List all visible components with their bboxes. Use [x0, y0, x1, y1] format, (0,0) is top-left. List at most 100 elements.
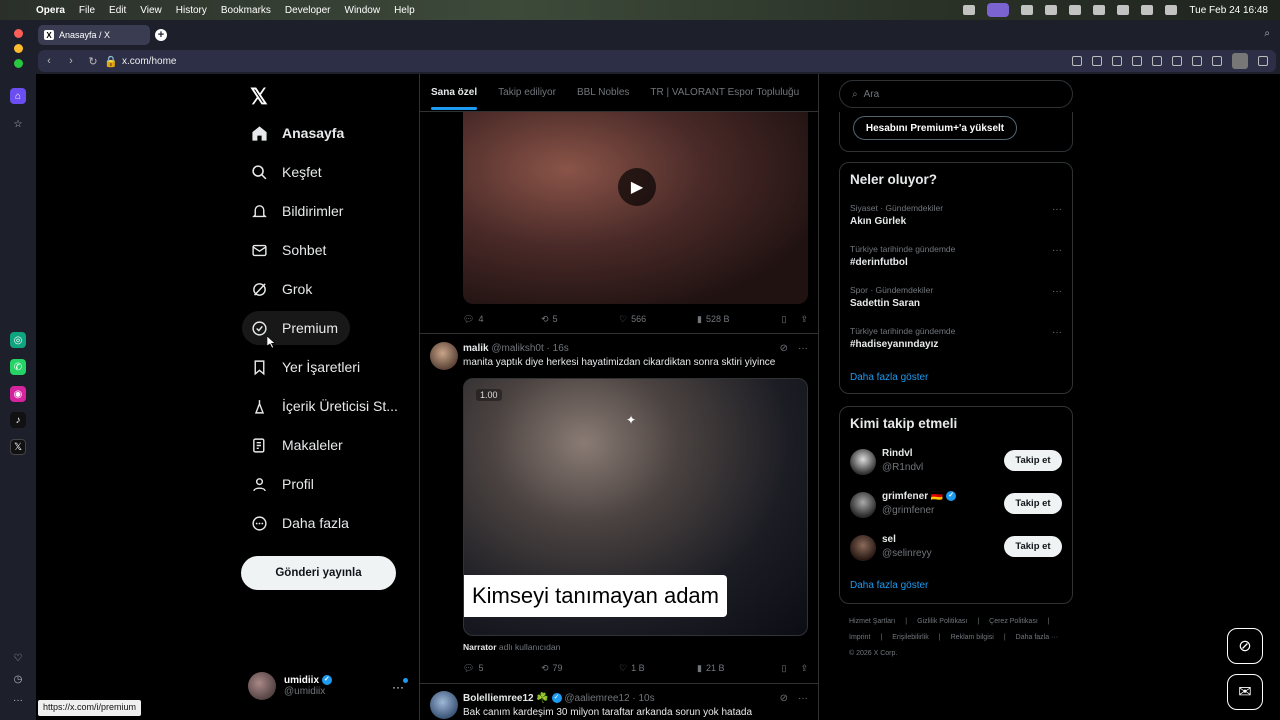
reply-button[interactable]: 💬︎ 4	[463, 314, 541, 325]
show-more-trends-link[interactable]: Daha fazla göster	[850, 372, 928, 383]
play-icon[interactable]	[1045, 5, 1058, 15]
clock[interactable]: Tue Feb 24 16:48	[1189, 5, 1268, 16]
new-tab-button[interactable]: +	[155, 29, 167, 41]
trend-name[interactable]: Akın Gürlek	[850, 216, 906, 227]
menu-help[interactable]: Help	[394, 5, 415, 16]
reload-icon[interactable]: ↻	[82, 55, 104, 68]
nav-creator-studio[interactable]: İçerik Üreticisi St...	[242, 389, 410, 423]
tweet-time[interactable]: 16s	[553, 343, 569, 354]
share-icon[interactable]: ⇪	[800, 314, 808, 325]
menu-edit[interactable]: Edit	[109, 5, 126, 16]
more-icon[interactable]: ···	[1052, 204, 1062, 215]
tweet-handle[interactable]: @aaliemree12	[564, 693, 629, 704]
box-icon[interactable]	[1258, 56, 1268, 66]
upgrade-premium-button[interactable]: Hesabını Premium+'a yükselt	[853, 116, 1017, 140]
trend-name[interactable]: #derinfutbol	[850, 257, 908, 268]
trend-name[interactable]: Sadettin Saran	[850, 298, 920, 309]
zoom-window-button[interactable]	[14, 59, 23, 68]
suggested-name[interactable]: Rindvl	[882, 448, 913, 459]
footer-link-more[interactable]: Daha fazla ···	[1016, 634, 1058, 641]
battery-icon[interactable]	[1093, 5, 1106, 15]
avatar[interactable]	[850, 535, 876, 561]
menu-developer[interactable]: Developer	[285, 5, 331, 16]
footer-link-imprint[interactable]: Imprint	[849, 634, 870, 641]
post-button[interactable]: Gönderi yayınla	[241, 556, 396, 590]
suggested-name[interactable]: grimfener 🇩🇪	[882, 491, 943, 502]
download-icon[interactable]	[1192, 56, 1202, 66]
tweet-video[interactable]: ▶	[463, 112, 808, 304]
nav-messages[interactable]: Sohbet	[242, 233, 338, 267]
footer-link-cookies[interactable]: Çerez Politikası	[989, 618, 1038, 625]
more-icon[interactable]: ···	[10, 692, 26, 708]
home-icon[interactable]: ⌂	[10, 88, 26, 104]
shield-icon[interactable]	[1112, 56, 1122, 66]
avatar[interactable]	[430, 342, 458, 370]
narrator-name[interactable]: Narrator	[463, 642, 497, 652]
account-switcher[interactable]: umidiix ✓ @umidiix	[248, 672, 332, 700]
more-icon[interactable]: ···	[1052, 286, 1062, 297]
footer-link-privacy[interactable]: Gizlilik Politikası	[917, 618, 967, 625]
nav-bookmarks[interactable]: Yer İşaretleri	[242, 350, 372, 384]
footer-link-terms[interactable]: Hizmet Şartları	[849, 618, 895, 625]
tab-x-home[interactable]: X Anasayfa / X	[38, 25, 150, 45]
trend-name[interactable]: #hadiseyanındayız	[850, 339, 938, 350]
star-icon[interactable]: ☆	[10, 116, 26, 132]
minimize-window-button[interactable]	[14, 44, 23, 53]
footer-link-accessibility[interactable]: Erişilebilirlik	[892, 634, 929, 641]
sparkle-icon[interactable]: ✦	[626, 413, 636, 427]
chatgpt-icon[interactable]: ◎	[10, 332, 26, 348]
wifi-icon[interactable]	[1117, 5, 1130, 15]
follow-button[interactable]: Takip et	[1004, 493, 1062, 514]
forward-icon[interactable]: ›	[60, 55, 82, 67]
close-window-button[interactable]	[14, 29, 23, 38]
nav-explore[interactable]: Keşfet	[242, 155, 334, 189]
nav-notifications[interactable]: Bildirimler	[242, 194, 355, 228]
history-icon[interactable]: ◷	[10, 671, 26, 687]
heart-icon[interactable]	[1172, 56, 1182, 66]
like-button[interactable]: ♡ 566	[619, 314, 697, 325]
views-button[interactable]: ▮ 21 B	[697, 663, 777, 674]
tweet-author[interactable]: Bolelliemree12 ☘️	[463, 693, 549, 704]
status-icon[interactable]	[963, 5, 976, 15]
tweet-video[interactable]: 1.00 ✦ Kimseyi tanımayan adam	[463, 378, 808, 636]
tab-valorant[interactable]: TR | VALORANT Espor Topluluğu	[650, 87, 799, 98]
screen-record-icon[interactable]	[987, 3, 1010, 17]
suggested-name[interactable]: sel	[882, 534, 896, 545]
url-text[interactable]: x.com/home	[122, 56, 176, 67]
nav-home[interactable]: Anasayfa	[242, 116, 356, 150]
tweet-time[interactable]: 10s	[638, 693, 654, 704]
url-field[interactable]: ‹ › ↻ 🔒 x.com/home	[38, 50, 1276, 72]
menu-window[interactable]: Window	[345, 5, 381, 16]
heart-icon[interactable]: ♡	[10, 650, 26, 666]
menu-icon[interactable]	[1212, 56, 1222, 66]
menu-view[interactable]: View	[140, 5, 162, 16]
tab-following[interactable]: Takip ediliyor	[498, 87, 556, 98]
views-button[interactable]: ▮ 528 B	[697, 314, 777, 325]
avatar[interactable]	[850, 492, 876, 518]
bookmark-icon[interactable]: ▯	[782, 314, 787, 325]
ext-icon[interactable]	[1132, 56, 1142, 66]
play-icon[interactable]	[1152, 56, 1162, 66]
edit-icon[interactable]	[1072, 56, 1082, 66]
bookmark-icon[interactable]: ▯	[782, 663, 787, 674]
nav-more[interactable]: Daha fazla	[242, 506, 361, 540]
more-icon[interactable]: ···	[1052, 245, 1062, 256]
show-more-follow-link[interactable]: Daha fazla göster	[850, 580, 928, 591]
avatar[interactable]	[850, 449, 876, 475]
search-tabs-icon[interactable]: ⌕	[1264, 28, 1270, 39]
like-button[interactable]: ♡ 1 B	[619, 663, 697, 674]
grok-float-button[interactable]: ⊘	[1227, 628, 1263, 664]
back-icon[interactable]: ‹	[38, 55, 60, 67]
control-center-icon[interactable]	[1165, 5, 1178, 15]
menu-file[interactable]: File	[79, 5, 95, 16]
grok-icon[interactable]: ⊘	[780, 693, 788, 704]
nav-profile[interactable]: Profil	[242, 467, 326, 501]
tweet-author[interactable]: malik	[463, 343, 489, 354]
whatsapp-icon[interactable]: ✆	[10, 359, 26, 375]
more-icon[interactable]: ···	[798, 693, 808, 704]
nav-premium[interactable]: Premium	[242, 311, 351, 345]
footer-link-ads-info[interactable]: Reklam bilgisi	[951, 634, 994, 641]
menu-app[interactable]: Opera	[36, 5, 65, 16]
share-icon[interactable]: ⇪	[800, 663, 808, 674]
x-icon[interactable]: 𝕏	[10, 439, 26, 455]
